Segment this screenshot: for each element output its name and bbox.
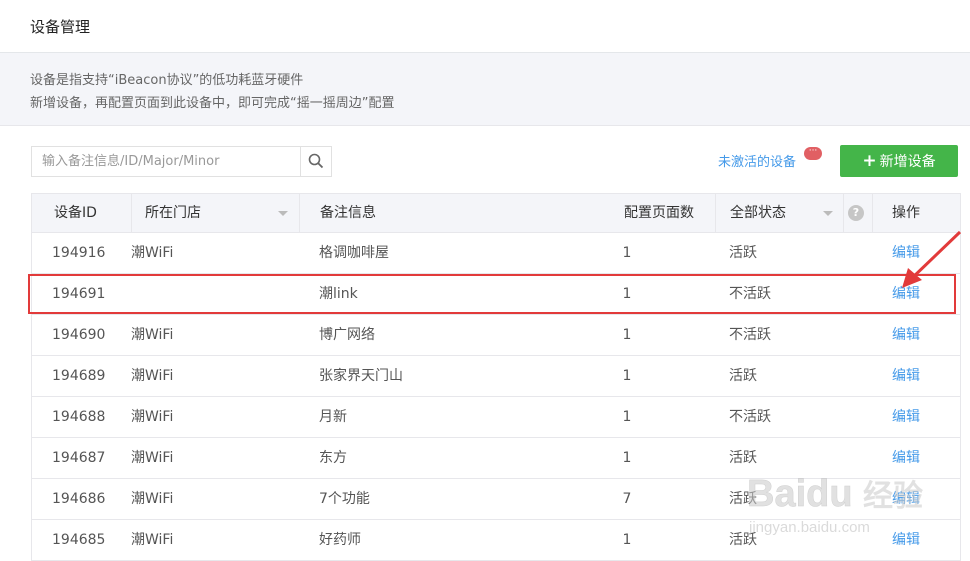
cell-pages: 7 xyxy=(622,491,632,507)
cell-device-id: 194691 xyxy=(52,286,106,302)
cell-pages: 1 xyxy=(622,368,632,384)
status-filter-caret-icon[interactable] xyxy=(823,211,833,216)
cell-store: 潮WiFi xyxy=(131,450,174,466)
description-line-1: 设备是指支持“iBeacon协议”的低功耗蓝牙硬件 xyxy=(30,73,304,88)
table-header: 设备ID 所在门店 备注信息 配置页面数 全部状态 ? 操作 xyxy=(32,193,960,233)
cell-note: 潮link xyxy=(319,286,358,302)
cell-status: 不活跃 xyxy=(729,286,771,302)
cell-status: 不活跃 xyxy=(729,409,771,425)
cell-status: 活跃 xyxy=(729,450,757,466)
edit-link[interactable]: 编辑 xyxy=(892,233,920,273)
cell-store: 潮WiFi xyxy=(131,327,174,343)
cell-pages: 1 xyxy=(622,450,632,466)
edit-link[interactable]: 编辑 xyxy=(892,274,920,314)
cell-note: 好药师 xyxy=(319,532,361,548)
table-row: 194689 潮WiFi 张家界天门山 1 活跃 编辑 xyxy=(32,356,960,397)
plus-icon: + xyxy=(862,151,877,171)
edit-link[interactable]: 编辑 xyxy=(892,356,920,396)
cell-status: 不活跃 xyxy=(729,327,771,343)
search-button[interactable] xyxy=(300,147,331,176)
cell-device-id: 194689 xyxy=(52,368,106,384)
cell-device-id: 194686 xyxy=(52,491,106,507)
cell-store: 潮WiFi xyxy=(131,491,174,507)
column-header-store[interactable]: 所在门店 xyxy=(145,194,201,232)
cell-store: 潮WiFi xyxy=(131,409,174,425)
cell-status: 活跃 xyxy=(729,245,757,261)
column-header-pages: 配置页面数 xyxy=(624,205,694,221)
edit-link[interactable]: 编辑 xyxy=(892,479,920,519)
device-table: 设备ID 所在门店 备注信息 配置页面数 全部状态 ? 操作 194916 潮W… xyxy=(31,193,961,561)
description-panel: 设备是指支持“iBeacon协议”的低功耗蓝牙硬件 新增设备，再配置页面到此设备… xyxy=(0,53,970,126)
column-header-note: 备注信息 xyxy=(320,205,376,221)
add-device-label: 新增设备 xyxy=(879,154,936,170)
table-row: 194690 潮WiFi 博广网络 1 不活跃 编辑 xyxy=(32,315,960,356)
edit-link[interactable]: 编辑 xyxy=(892,520,920,560)
cell-note: 张家界天门山 xyxy=(319,368,403,384)
cell-status: 活跃 xyxy=(729,532,757,548)
cell-device-id: 194687 xyxy=(52,450,106,466)
table-row: 194685 潮WiFi 好药师 1 活跃 编辑 xyxy=(32,520,960,561)
table-row: 194691 潮link 1 不活跃 编辑 xyxy=(32,274,960,315)
cell-store: 潮WiFi xyxy=(131,532,174,548)
edit-link[interactable]: 编辑 xyxy=(892,397,920,437)
edit-link[interactable]: 编辑 xyxy=(892,438,920,478)
help-icon[interactable]: ? xyxy=(848,205,864,221)
cell-device-id: 194916 xyxy=(52,245,106,261)
table-row: 194916 潮WiFi 格调咖啡屋 1 活跃 编辑 xyxy=(32,233,960,274)
search-icon xyxy=(308,153,324,169)
cell-pages: 1 xyxy=(622,532,632,548)
inactive-devices-link[interactable]: 未激活的设备 xyxy=(718,151,796,170)
cell-device-id: 194685 xyxy=(52,532,106,548)
cell-status: 活跃 xyxy=(729,368,757,384)
table-row: 194687 潮WiFi 东方 1 活跃 编辑 xyxy=(32,438,960,479)
cell-pages: 1 xyxy=(622,327,632,343)
search-box xyxy=(31,146,332,177)
store-filter-caret-icon[interactable] xyxy=(278,211,288,216)
edit-link[interactable]: 编辑 xyxy=(892,315,920,355)
cell-device-id: 194690 xyxy=(52,327,106,343)
cell-note: 东方 xyxy=(319,450,347,466)
cell-note: 7个功能 xyxy=(319,491,370,507)
table-row: 194688 潮WiFi 月新 1 不活跃 编辑 xyxy=(32,397,960,438)
title-bar: 设备管理 xyxy=(0,0,970,53)
add-device-button[interactable]: + 新增设备 xyxy=(840,145,958,177)
cell-pages: 1 xyxy=(622,245,632,261)
page-title: 设备管理 xyxy=(30,18,91,36)
description-line-2: 新增设备，再配置页面到此设备中，即可完成“摇一摇周边”配置 xyxy=(30,96,395,111)
cell-pages: 1 xyxy=(622,286,632,302)
column-header-actions: 操作 xyxy=(892,205,920,221)
cell-note: 月新 xyxy=(319,409,347,425)
column-header-status[interactable]: 全部状态 xyxy=(730,194,786,232)
search-input[interactable] xyxy=(32,147,302,176)
cell-status: 活跃 xyxy=(729,491,757,507)
cell-pages: 1 xyxy=(622,409,632,425)
column-header-device-id: 设备ID xyxy=(54,205,97,221)
cell-store: 潮WiFi xyxy=(131,368,174,384)
cell-note: 格调咖啡屋 xyxy=(319,245,389,261)
notification-badge: ··· xyxy=(804,147,822,160)
cell-store: 潮WiFi xyxy=(131,245,174,261)
cell-device-id: 194688 xyxy=(52,409,106,425)
cell-note: 博广网络 xyxy=(319,327,375,343)
table-row: 194686 潮WiFi 7个功能 7 活跃 编辑 xyxy=(32,479,960,520)
